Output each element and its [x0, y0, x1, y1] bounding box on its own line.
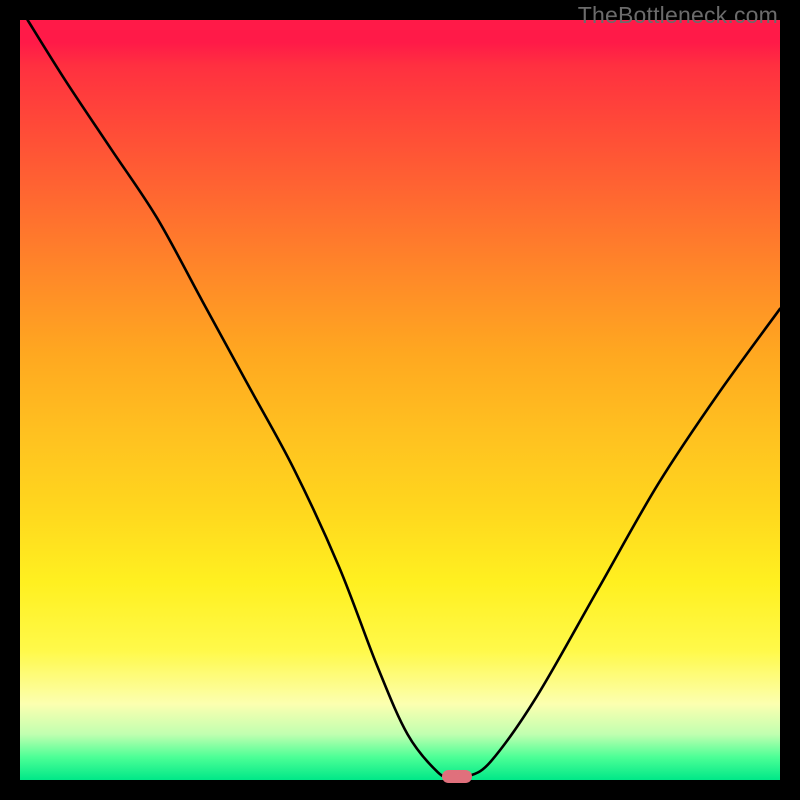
- optimal-marker: [442, 770, 472, 783]
- bottleneck-curve: [20, 20, 780, 780]
- chart-frame: TheBottleneck.com: [0, 0, 800, 800]
- watermark-text: TheBottleneck.com: [578, 2, 778, 29]
- plot-area: [20, 20, 780, 780]
